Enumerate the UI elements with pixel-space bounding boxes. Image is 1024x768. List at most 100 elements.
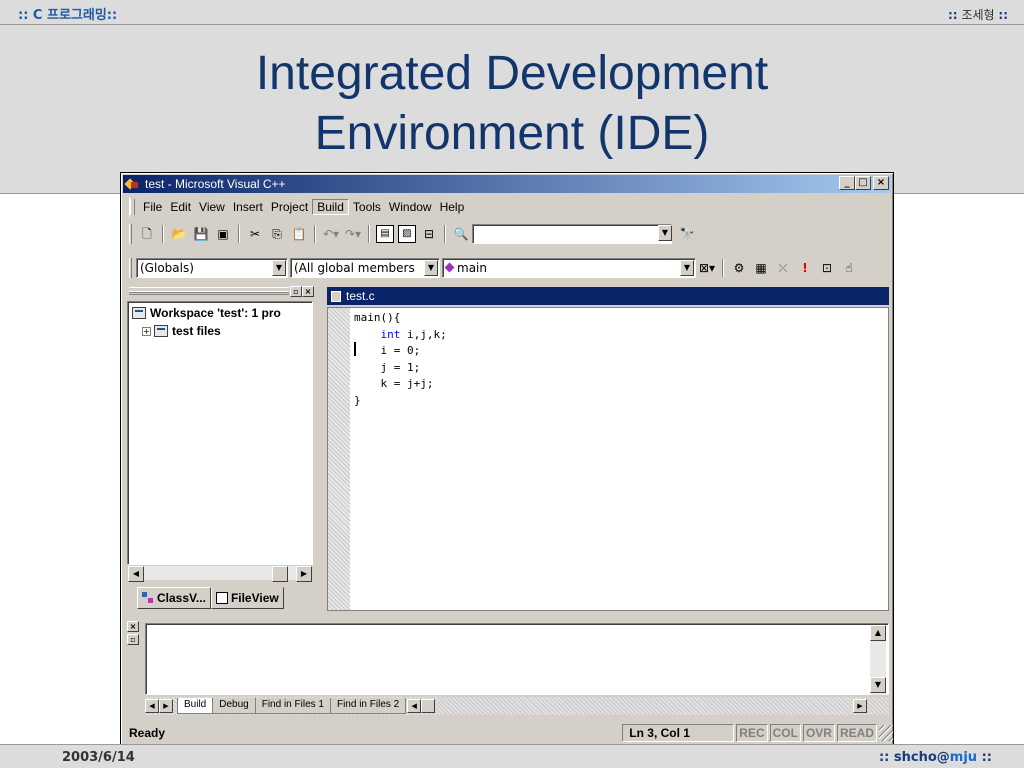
workspace-hscrollbar[interactable]: ◀ ▶ xyxy=(127,565,313,582)
code-line: main(){ xyxy=(354,311,401,324)
menu-window[interactable]: Window xyxy=(385,200,436,214)
title-line-2: Environment (IDE) xyxy=(314,107,710,160)
tree-item-workspace[interactable]: Workspace 'test': 1 pro xyxy=(132,306,281,320)
compile-icon[interactable]: ⚙ xyxy=(730,259,748,277)
window-title: test - Microsoft Visual C++ xyxy=(145,177,286,191)
find-icon[interactable]: 🔭 xyxy=(678,225,696,243)
scroll-left-icon[interactable]: ◀ xyxy=(128,566,144,582)
class-combo[interactable]: (Globals) ▼ xyxy=(136,258,288,278)
window-titlebar[interactable]: test - Microsoft Visual C++ _ □ × xyxy=(123,175,891,193)
workspace-pane: ▫ × Workspace 'test': 1 pro + test files… xyxy=(125,285,315,613)
pane-close-button[interactable]: × xyxy=(302,286,314,297)
scroll-up-icon[interactable]: ▲ xyxy=(870,625,886,641)
editor-gutter[interactable] xyxy=(328,308,350,610)
filter-combo[interactable]: (All global members ▼ xyxy=(290,258,440,278)
toolbar-separator xyxy=(314,225,316,243)
pane-maximize-button[interactable]: ▫ xyxy=(290,286,302,297)
toolbar-grip[interactable] xyxy=(129,224,132,244)
footer-date: 2003/6/14 xyxy=(62,750,135,765)
menu-build[interactable]: Build xyxy=(312,199,349,215)
chevron-down-icon[interactable]: ▼ xyxy=(680,260,694,276)
workspace-icon[interactable]: ▤ xyxy=(376,225,394,243)
window-controls: _ □ × xyxy=(839,176,889,190)
stop-build-icon[interactable]: ⛌ xyxy=(774,259,792,277)
tab-scroll-right-icon[interactable]: ▶ xyxy=(159,699,173,713)
tab-scroll-left-icon[interactable]: ◀ xyxy=(145,699,159,713)
function-icon xyxy=(444,262,455,273)
code-line: k = j+j; xyxy=(354,377,434,390)
toolbar-grip[interactable] xyxy=(129,258,132,278)
tab-find-in-files-1[interactable]: Find in Files 1 xyxy=(254,698,331,714)
pane-grip[interactable] xyxy=(129,291,289,295)
find-combo[interactable] xyxy=(472,224,672,244)
tab-fileview[interactable]: FileView xyxy=(210,587,284,609)
chevron-down-icon[interactable]: ▼ xyxy=(658,225,672,241)
find-in-files-icon[interactable]: 🔍 xyxy=(452,225,470,243)
pane-controls: ▫ × xyxy=(290,286,314,297)
visual-cpp-icon xyxy=(125,177,141,191)
output-text[interactable]: ▲ ▼ xyxy=(145,623,889,695)
output-pane: × ▫ ▲ ▼ ◀ ▶ Build Debug Find in Files 1 … xyxy=(125,617,891,717)
close-button[interactable]: × xyxy=(873,176,889,190)
ide-window: test - Microsoft Visual C++ _ □ × File E… xyxy=(120,172,894,746)
output-icon[interactable]: ▨ xyxy=(398,225,416,243)
tab-debug[interactable]: Debug xyxy=(212,698,256,714)
pane-maximize-button[interactable]: ▫ xyxy=(127,634,139,645)
toolbar-separator xyxy=(722,259,724,277)
menu-bar: File Edit View Insert Project Build Tool… xyxy=(129,197,889,217)
course-title: :: C 프로그래밍:: xyxy=(18,8,118,23)
menu-project[interactable]: Project xyxy=(267,200,312,214)
status-col: COL xyxy=(769,724,801,742)
menu-file[interactable]: File xyxy=(139,200,166,214)
output-vscrollbar[interactable]: ▲ ▼ xyxy=(870,625,886,695)
undo-icon[interactable]: ↶▾ xyxy=(322,225,340,243)
member-combo[interactable]: main ▼ xyxy=(442,258,696,278)
expand-icon[interactable]: + xyxy=(142,326,151,336)
editor-titlebar[interactable]: test.c xyxy=(327,287,889,305)
save-icon[interactable]: 💾 xyxy=(192,225,210,243)
code-editor[interactable]: main(){ int i,j,k; i = 0; j = 1; k = j+j… xyxy=(327,307,889,611)
minimize-button[interactable]: _ xyxy=(839,176,855,190)
open-folder-icon[interactable]: 📂 xyxy=(170,225,188,243)
copy-icon[interactable]: ⎘ xyxy=(268,225,286,243)
workspace-tree: Workspace 'test': 1 pro + test files xyxy=(127,301,313,565)
tree-item-test-files[interactable]: + test files xyxy=(142,324,221,338)
chevron-down-icon[interactable]: ▼ xyxy=(272,260,286,276)
resize-grip[interactable] xyxy=(879,725,893,741)
menu-tools[interactable]: Tools xyxy=(349,200,385,214)
tab-classview[interactable]: ClassV... xyxy=(137,587,211,609)
tab-find-in-files-2[interactable]: Find in Files 2 xyxy=(329,698,407,714)
menu-edit[interactable]: Edit xyxy=(166,200,195,214)
wizard-action-icon[interactable]: ⊠▾ xyxy=(698,259,716,277)
menu-insert[interactable]: Insert xyxy=(229,200,267,214)
tab-build[interactable]: Build xyxy=(177,698,214,714)
hscroll-right-icon[interactable]: ▶ xyxy=(853,699,867,713)
chevron-down-icon[interactable]: ▼ xyxy=(424,260,438,276)
toolbar-separator xyxy=(444,225,446,243)
wizard-bar: (Globals) ▼ (All global members ▼ main ▼ ⊠▾… xyxy=(129,255,893,281)
menu-view[interactable]: View xyxy=(195,200,229,214)
output-pane-controls: × ▫ xyxy=(127,621,141,717)
code-text[interactable]: main(){ int i,j,k; i = 0; j = 1; k = j+j… xyxy=(354,310,447,409)
menu-help[interactable]: Help xyxy=(436,200,469,214)
redo-icon[interactable]: ↷▾ xyxy=(344,225,362,243)
scroll-down-icon[interactable]: ▼ xyxy=(870,677,886,693)
save-all-icon[interactable]: ▣ xyxy=(214,225,232,243)
cut-icon[interactable]: ✂ xyxy=(246,225,264,243)
scroll-thumb[interactable] xyxy=(272,566,288,582)
breakpoint-icon[interactable]: ⊡ xyxy=(818,259,836,277)
scroll-right-icon[interactable]: ▶ xyxy=(296,566,312,582)
build-icon[interactable]: ▦ xyxy=(752,259,770,277)
status-rec: REC xyxy=(736,724,768,742)
execute-icon[interactable]: ! xyxy=(796,259,814,277)
window-list-icon[interactable]: ⊟ xyxy=(420,225,438,243)
toolbar-separator xyxy=(162,225,164,243)
pane-close-button[interactable]: × xyxy=(127,621,139,632)
project-icon xyxy=(154,325,168,337)
paste-icon[interactable]: 📋 xyxy=(290,225,308,243)
go-icon[interactable]: ☝ xyxy=(840,259,858,277)
maximize-button[interactable]: □ xyxy=(855,176,871,190)
hscroll-thumb[interactable] xyxy=(421,699,436,713)
hscroll-left-icon[interactable]: ◀ xyxy=(407,699,422,713)
new-file-icon[interactable]: 🗋 xyxy=(138,225,156,243)
